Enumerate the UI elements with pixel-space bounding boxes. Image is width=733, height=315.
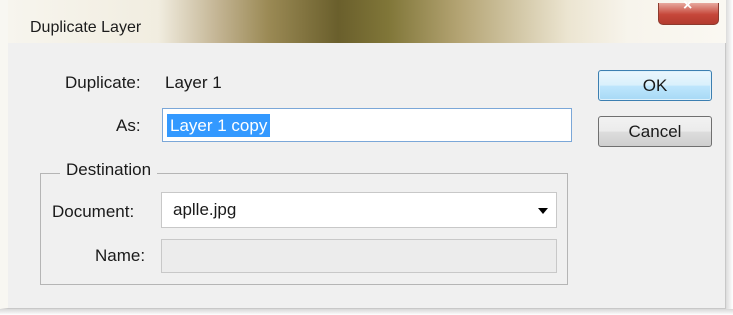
dialog-title: Duplicate Layer [30,19,142,36]
window-shadow-bottom [0,309,733,315]
as-name-input[interactable]: Layer 1 copy [162,108,572,142]
cancel-button[interactable]: Cancel [598,116,712,147]
destination-legend: Destination [60,160,158,180]
as-name-selected-text: Layer 1 copy [167,114,271,137]
name-input [161,239,557,273]
close-button[interactable]: × [658,0,719,25]
title-bar[interactable]: Duplicate Layer × [8,0,726,43]
dropdown-arrow-icon [538,208,548,214]
document-label: Document: [52,202,135,221]
duplicate-value: Layer 1 [165,73,222,92]
ok-button[interactable]: OK [598,70,712,101]
close-icon: × [683,0,693,14]
document-select[interactable]: aplle.jpg [161,192,557,228]
as-label: As: [116,116,141,135]
document-select-value: aplle.jpg [173,200,237,219]
window-shadow-right [726,0,733,315]
duplicate-label: Duplicate: [65,73,141,92]
name-label: Name: [95,246,146,265]
